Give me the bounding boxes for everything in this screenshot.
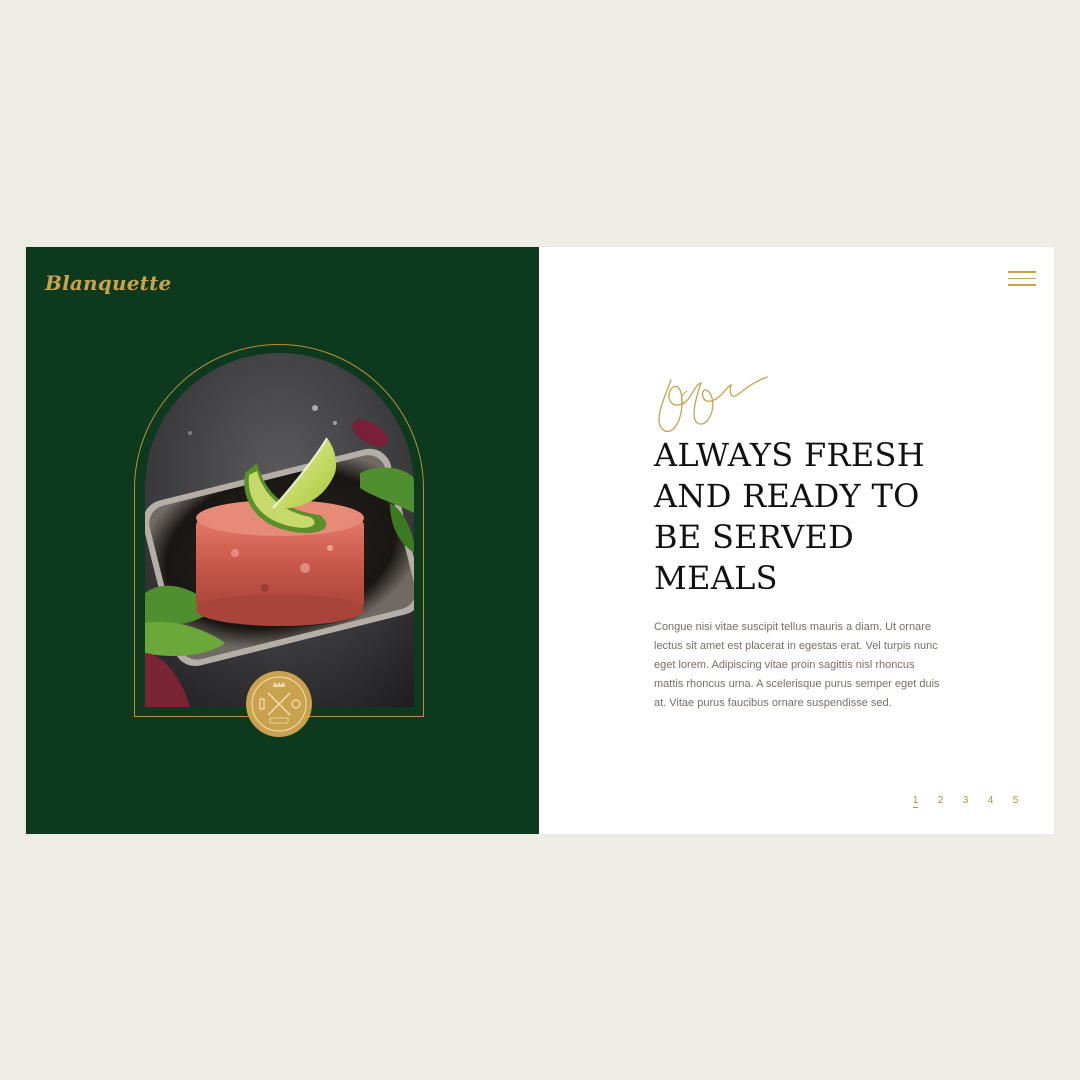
hero-slide: Blanquette ALWAYS FRESH AND READY TO BE … [26,247,1054,834]
hero-description: Congue nisi vitae suscipit tellus mauris… [654,621,940,709]
hero-headline: ALWAYS FRESH AND READY TO BE SERVED MEAL… [654,436,925,597]
page-link-3[interactable]: 3 [953,795,978,806]
hamburger-menu-icon[interactable] [1008,271,1036,289]
page-link-5[interactable]: 5 [1003,795,1028,806]
page-link-4[interactable]: 4 [978,795,1003,806]
right-panel: ALWAYS FRESH AND READY TO BE SERVED MEAL… [539,247,1054,834]
hero-food-image [145,353,414,707]
page-link-2[interactable]: 2 [928,795,953,806]
hxq-seal-icon [246,671,312,737]
brand-logo[interactable]: Blanquette [45,271,171,295]
left-panel: Blanquette [26,247,539,834]
page-link-1[interactable]: 1 [903,795,928,808]
signature-icon [651,365,771,440]
slide-pagination: 1 2 3 4 5 [903,795,1028,808]
